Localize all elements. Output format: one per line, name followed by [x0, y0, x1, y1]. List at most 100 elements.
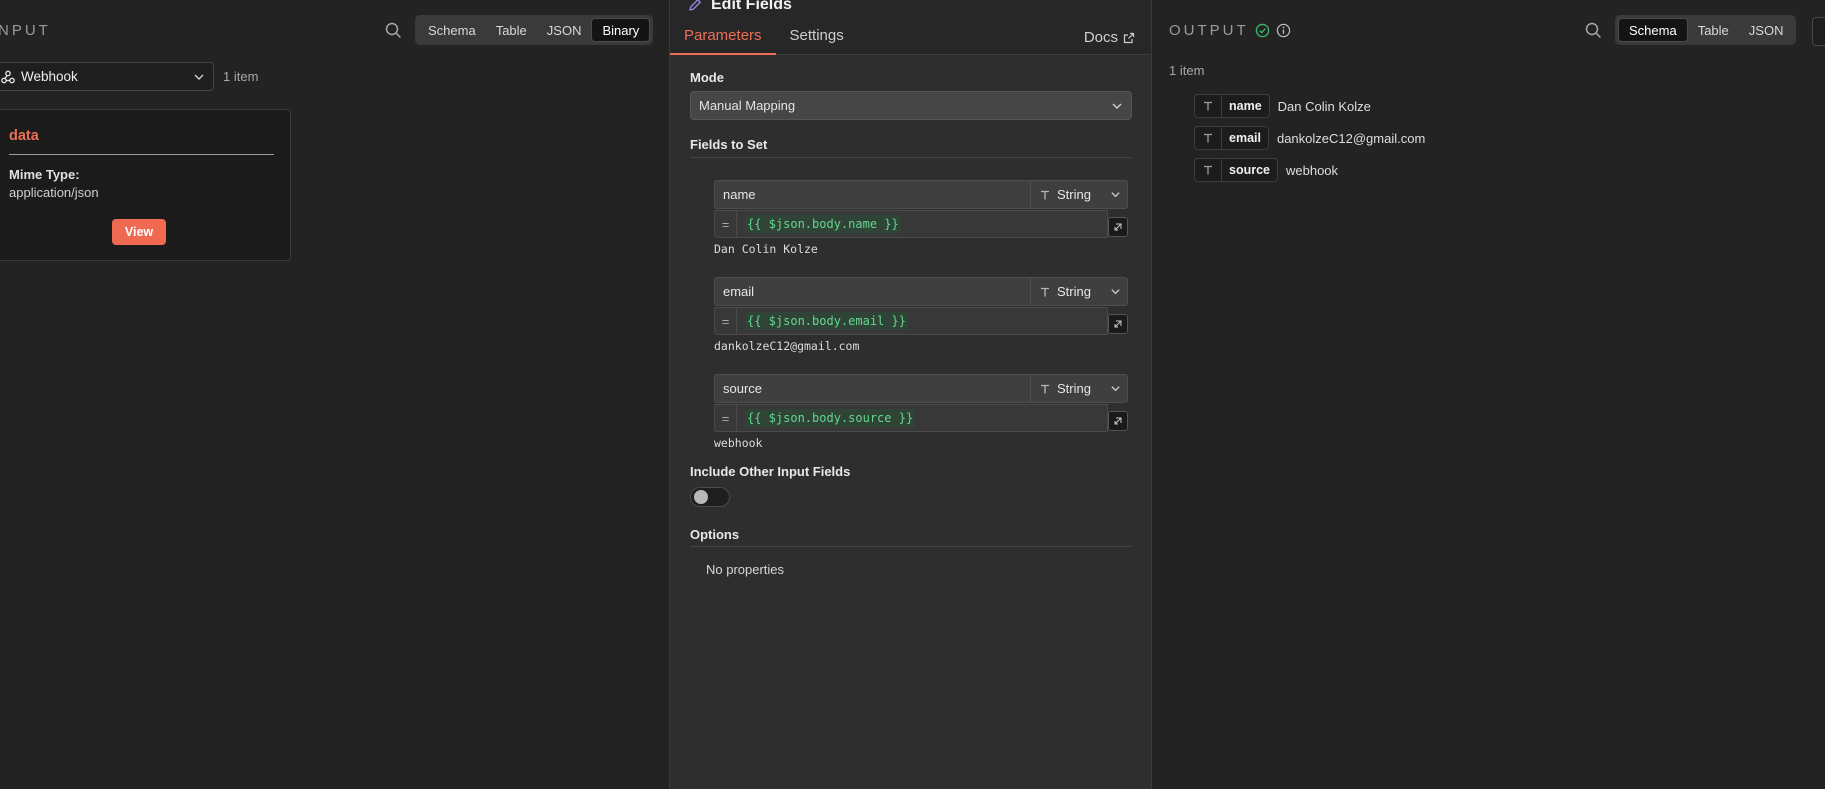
include-other-fields-toggle[interactable]: [690, 487, 730, 507]
output-panel-title: OUTPUT: [1169, 22, 1291, 39]
schema-row: email dankolzeC12@gmail.com: [1194, 126, 1425, 150]
tab-settings[interactable]: Settings: [776, 27, 858, 55]
binary-data-card: data Mime Type: application/json View: [0, 109, 291, 261]
output-overflow-button[interactable]: [1812, 17, 1825, 46]
schema-key-pill[interactable]: email: [1194, 126, 1269, 150]
edit-fields-header: Edit Fields Parameters Settings Docs: [670, 0, 1151, 55]
expression-code: {{ $json.body.source }}: [745, 409, 916, 427]
input-view-json[interactable]: JSON: [537, 18, 592, 42]
node-title[interactable]: Edit Fields: [687, 0, 792, 14]
edit-fields-panel: Edit Fields Parameters Settings Docs Mod…: [669, 0, 1152, 789]
options-label: Options: [690, 527, 740, 542]
field-result-preview: webhook: [714, 436, 763, 450]
schema-row: name Dan Colin Kolze: [1194, 94, 1371, 118]
output-item-count: 1 item: [1169, 63, 1205, 78]
expression-equals-sign: =: [715, 211, 737, 237]
external-link-icon: [1123, 32, 1135, 43]
binary-card-title: data: [9, 128, 39, 144]
field-name-input[interactable]: source: [714, 374, 1030, 403]
chevron-down-icon: [194, 74, 204, 80]
schema-key-pill[interactable]: source: [1194, 158, 1278, 182]
field-value-expression[interactable]: = {{ $json.body.source }}: [714, 404, 1108, 432]
fields-to-set-label: Fields to Set: [690, 137, 768, 152]
field-type-label: String: [1057, 284, 1091, 299]
chevron-down-icon: [1111, 289, 1120, 295]
expression-equals-sign: =: [715, 308, 737, 334]
schema-row: source webhook: [1194, 158, 1338, 182]
input-view-switcher: Schema Table JSON Binary: [415, 15, 654, 45]
schema-value: webhook: [1286, 162, 1339, 178]
output-title-text: OUTPUT: [1169, 22, 1249, 39]
expand-icon: [1114, 320, 1122, 328]
field-type-select[interactable]: String: [1030, 180, 1128, 209]
field-type-label: String: [1057, 187, 1091, 202]
type-t-icon: [1204, 101, 1212, 111]
chevron-down-icon: [1111, 192, 1120, 198]
webhook-icon: [1, 70, 15, 83]
chevron-down-icon: [1112, 103, 1122, 109]
type-t-icon: [1041, 190, 1049, 199]
field-type-select[interactable]: String: [1030, 374, 1128, 403]
search-icon: [385, 22, 401, 38]
schema-key: email: [1221, 127, 1268, 149]
options-divider: [690, 546, 1132, 547]
input-view-schema[interactable]: Schema: [418, 18, 486, 42]
toggle-knob: [694, 490, 708, 504]
expand-expression-button[interactable]: [1108, 217, 1128, 237]
output-view-table[interactable]: Table: [1688, 18, 1739, 42]
mode-select-value: Manual Mapping: [699, 98, 796, 113]
fields-divider: [690, 157, 1132, 158]
mode-select[interactable]: Manual Mapping: [690, 91, 1132, 120]
input-search-button[interactable]: [382, 19, 404, 41]
tab-parameters[interactable]: Parameters: [670, 27, 776, 55]
output-view-schema[interactable]: Schema: [1618, 18, 1688, 42]
pencil-icon: [689, 0, 701, 11]
type-t-icon: [1204, 165, 1212, 175]
output-search-button[interactable]: [1582, 19, 1604, 41]
expression-code: {{ $json.body.email }}: [745, 312, 908, 330]
schema-key: name: [1221, 95, 1269, 117]
no-properties-text: No properties: [706, 562, 785, 577]
search-icon: [1585, 22, 1601, 38]
field-value-expression[interactable]: = {{ $json.body.name }}: [714, 210, 1108, 238]
type-t-icon: [1204, 133, 1212, 143]
schema-value: Dan Colin Kolze: [1277, 98, 1371, 114]
include-other-fields-label: Include Other Input Fields: [690, 464, 851, 479]
expression-code: {{ $json.body.name }}: [745, 215, 901, 233]
check-circle-icon: [1255, 23, 1269, 38]
mode-label: Mode: [690, 70, 724, 85]
chevron-down-icon: [1111, 386, 1120, 392]
input-panel-title: NPUT: [0, 22, 51, 39]
docs-link[interactable]: Docs: [1084, 29, 1135, 46]
field-value-expression[interactable]: = {{ $json.body.email }}: [714, 307, 1108, 335]
input-panel: NPUT Schema Table JSON Binary Webhook 1 …: [0, 0, 669, 789]
input-view-table[interactable]: Table: [486, 18, 537, 42]
type-t-icon: [1041, 287, 1049, 296]
expression-equals-sign: =: [715, 405, 737, 431]
schema-key-pill[interactable]: name: [1194, 94, 1270, 118]
type-t-icon: [1041, 384, 1049, 393]
expand-expression-button[interactable]: [1108, 314, 1128, 334]
node-tabs: Parameters Settings: [670, 27, 858, 55]
field-name-input[interactable]: name: [714, 180, 1030, 209]
node-title-text: Edit Fields: [711, 0, 792, 13]
schema-value: dankolzeC12@gmail.com: [1276, 130, 1426, 146]
input-item-count: 1 item: [223, 69, 259, 84]
field-type-label: String: [1057, 381, 1091, 396]
info-icon[interactable]: [1276, 23, 1291, 38]
input-node-select-label: Webhook: [21, 69, 78, 84]
output-view-switcher: Schema Table JSON: [1615, 15, 1797, 45]
expand-icon: [1114, 223, 1122, 231]
field-type-select[interactable]: String: [1030, 277, 1128, 306]
output-panel: OUTPUT Schema Table JSON 1 item name Dan…: [1152, 0, 1825, 789]
output-view-json[interactable]: JSON: [1739, 18, 1794, 42]
expand-expression-button[interactable]: [1108, 411, 1128, 431]
input-view-binary[interactable]: Binary: [591, 18, 651, 42]
schema-key: source: [1221, 159, 1277, 181]
view-binary-button[interactable]: View: [112, 219, 166, 245]
binary-card-divider: [9, 154, 274, 155]
docs-link-label: Docs: [1083, 29, 1118, 46]
input-node-select[interactable]: Webhook: [0, 62, 214, 91]
expand-icon: [1114, 417, 1122, 425]
field-name-input[interactable]: email: [714, 277, 1030, 306]
